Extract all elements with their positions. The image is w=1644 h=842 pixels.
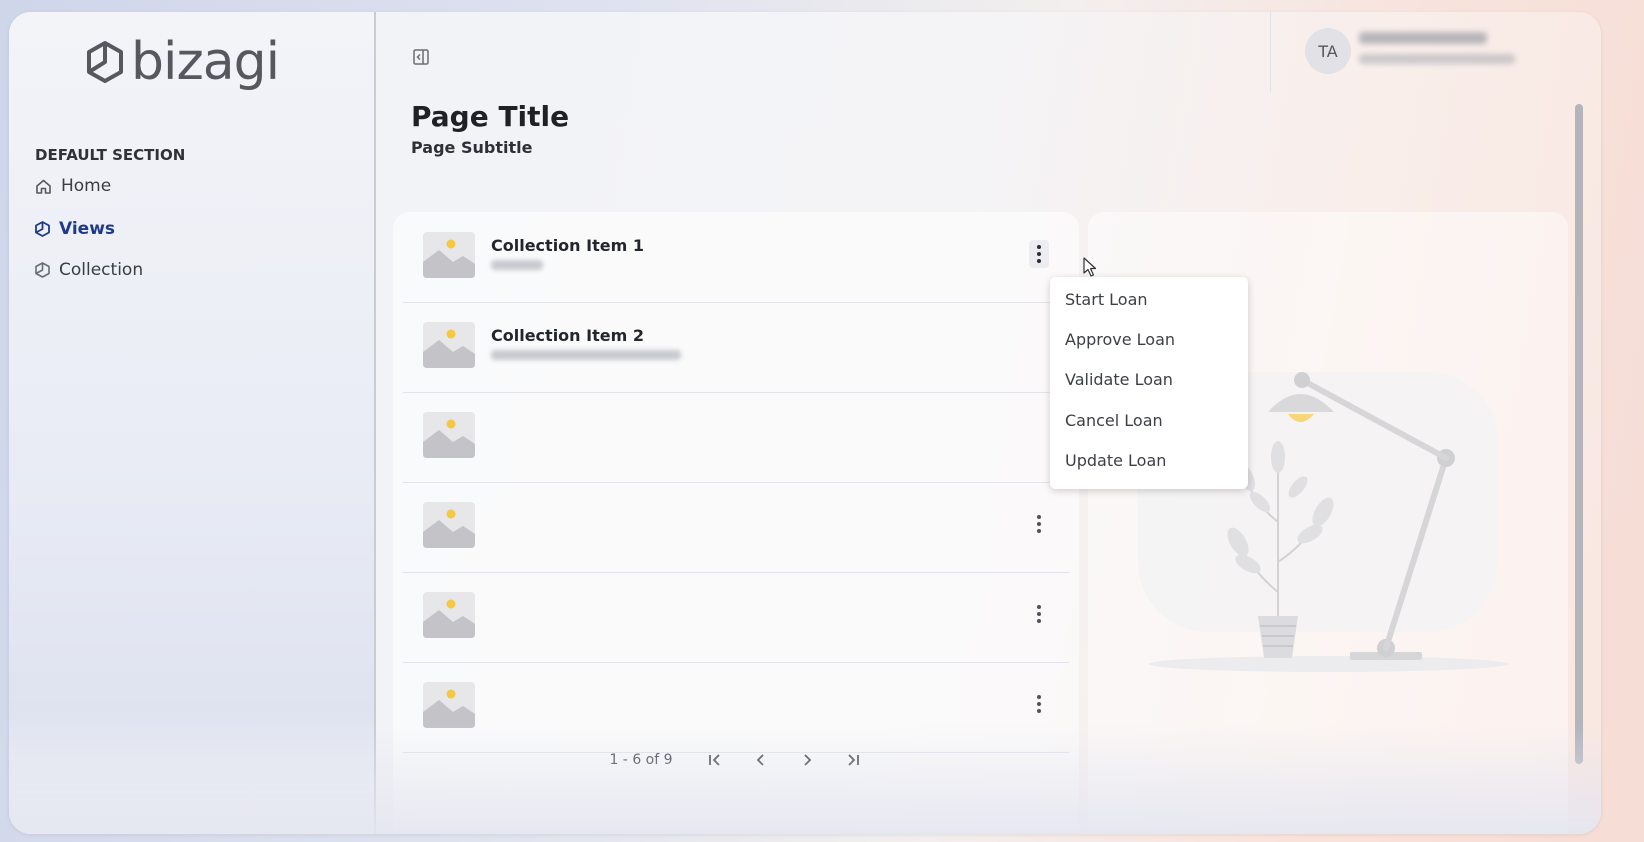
item-subtitle-blurred	[491, 260, 543, 270]
mouse-cursor-icon	[1083, 257, 1097, 277]
image-placeholder-icon	[423, 502, 475, 548]
chevron-left-icon	[756, 754, 764, 766]
vertical-scrollbar[interactable]	[1575, 104, 1583, 764]
collection-list: Collection Item 1 Collection Item 2 1 - …	[393, 212, 1079, 834]
item-title: Collection Item 2	[491, 326, 644, 345]
pagination: 1 - 6 of 9	[393, 750, 1079, 770]
list-item[interactable]	[403, 662, 1069, 753]
sidebar-item-home[interactable]: Home	[35, 176, 111, 196]
more-options-button[interactable]	[1029, 510, 1049, 538]
image-placeholder-icon	[423, 322, 475, 368]
page-title: Page Title	[411, 100, 570, 133]
sidebar-item-views[interactable]: Views	[35, 219, 115, 239]
image-placeholder-icon	[423, 232, 475, 278]
user-menu[interactable]: TA	[1270, 12, 1601, 92]
home-icon	[36, 179, 51, 194]
app-window: bizagi DEFAULT SECTION Home Views Collec…	[9, 12, 1601, 834]
list-item[interactable]	[403, 392, 1069, 483]
user-email-blurred	[1359, 54, 1515, 64]
sidebar-item-label: Home	[61, 176, 112, 196]
menu-item-validate-loan[interactable]: Validate Loan	[1065, 370, 1173, 389]
list-item[interactable]: Collection Item 1	[403, 212, 1069, 303]
more-options-button[interactable]	[1029, 600, 1049, 628]
menu-item-approve-loan[interactable]: Approve Loan	[1065, 330, 1175, 349]
pagination-range: 1 - 6 of 9	[609, 752, 673, 768]
collapse-sidebar-icon	[413, 49, 429, 65]
more-options-button[interactable]	[1029, 240, 1049, 268]
bizagi-logo-icon	[87, 41, 123, 83]
last-page-button[interactable]	[843, 750, 863, 770]
image-placeholder-icon	[423, 682, 475, 728]
kebab-dot	[1037, 709, 1041, 713]
chevron-right-icon	[803, 754, 811, 766]
bizagi-logo[interactable]: bizagi	[85, 32, 280, 92]
previous-page-button[interactable]	[751, 750, 771, 770]
sidebar-section-title: DEFAULT SECTION	[35, 146, 186, 164]
kebab-dot	[1037, 695, 1041, 699]
menu-item-cancel-loan[interactable]: Cancel Loan	[1065, 411, 1163, 430]
first-page-button[interactable]	[705, 750, 725, 770]
kebab-dot	[1037, 605, 1041, 609]
kebab-dot	[1037, 529, 1041, 533]
page-subtitle: Page Subtitle	[411, 138, 533, 157]
list-item[interactable]: Collection Item 2	[403, 302, 1069, 393]
collapse-sidebar-button[interactable]	[412, 48, 432, 68]
kebab-dot	[1037, 612, 1041, 616]
first-page-icon	[708, 754, 720, 766]
item-title: Collection Item 1	[491, 236, 644, 255]
user-name-blurred	[1359, 32, 1487, 44]
cube-icon	[35, 221, 50, 237]
list-item[interactable]	[403, 482, 1069, 573]
image-placeholder-icon	[423, 412, 475, 458]
kebab-dot	[1037, 619, 1041, 623]
kebab-dot	[1037, 515, 1041, 519]
last-page-icon	[847, 754, 859, 766]
brand-name: bizagi	[131, 32, 280, 92]
item-subtitle-blurred	[491, 350, 681, 360]
kebab-dot	[1037, 259, 1041, 263]
next-page-button[interactable]	[797, 750, 817, 770]
avatar[interactable]: TA	[1305, 28, 1351, 74]
kebab-dot	[1037, 522, 1041, 526]
sidebar-item-label: Views	[59, 219, 116, 239]
sidebar: bizagi DEFAULT SECTION Home Views Collec…	[9, 12, 376, 834]
sidebar-item-label: Collection	[59, 260, 144, 280]
more-options-menu: Start Loan Approve Loan Validate Loan Ca…	[1050, 277, 1248, 489]
cube-icon	[35, 262, 50, 278]
sidebar-item-collection[interactable]: Collection	[35, 260, 143, 280]
kebab-dot	[1037, 245, 1041, 249]
kebab-dot	[1037, 702, 1041, 706]
list-item[interactable]	[403, 572, 1069, 663]
menu-item-update-loan[interactable]: Update Loan	[1065, 451, 1166, 470]
kebab-dot	[1037, 252, 1041, 256]
menu-item-start-loan[interactable]: Start Loan	[1065, 290, 1148, 309]
more-options-button[interactable]	[1029, 690, 1049, 718]
main-content: TA Page Title Page Subtitle Collection I…	[376, 12, 1601, 834]
image-placeholder-icon	[423, 592, 475, 638]
